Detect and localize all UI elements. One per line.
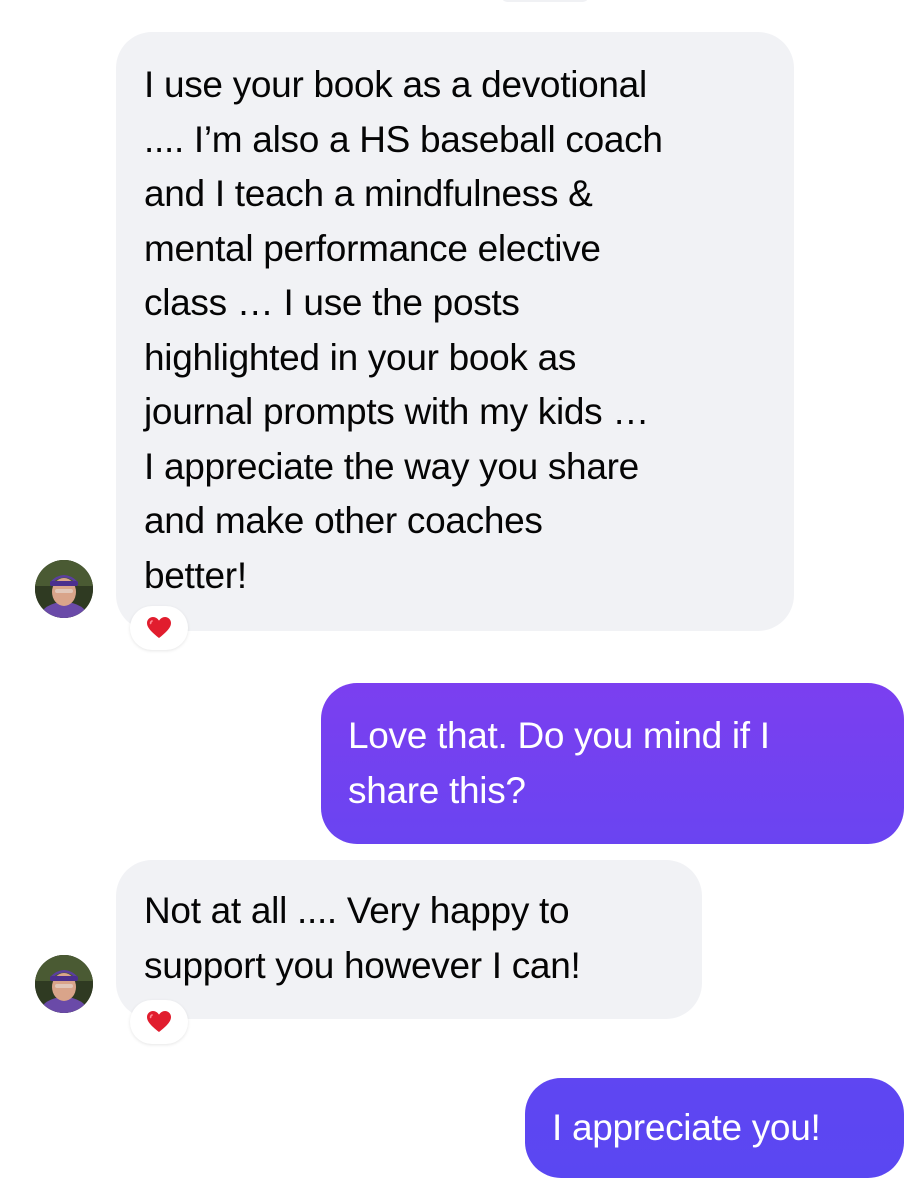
message-line: share this?: [348, 769, 526, 811]
message-line: and I teach a mindfulness &: [144, 173, 593, 214]
message-line: support you however I can!: [144, 944, 581, 986]
message-line: and make other coaches: [144, 500, 543, 541]
message-line: I appreciate you!: [552, 1107, 821, 1148]
message-line: Not at all .... Very happy to: [144, 890, 570, 931]
message-line: Love that. Do you mind if I: [348, 715, 770, 756]
message-line: .... I’m also a HS baseball coach: [144, 118, 663, 160]
message-line: I use your book as a devotional: [144, 64, 647, 105]
red-heart-icon: [147, 617, 171, 638]
message-line: better!: [144, 554, 247, 596]
message-reaction[interactable]: [130, 1000, 188, 1044]
previous-item-edge: [500, 0, 590, 2]
message-line: I appreciate the way you share: [144, 445, 639, 487]
person-avatar-icon: [35, 560, 93, 618]
outgoing-message-bubble[interactable]: Love that. Do you mind if I share this?: [321, 683, 904, 844]
sender-avatar[interactable]: [35, 560, 93, 618]
outgoing-message-bubble[interactable]: I appreciate you!: [525, 1078, 904, 1178]
message-line: highlighted in your book as: [144, 336, 577, 378]
message-line: journal prompts with my kids …: [144, 391, 650, 432]
red-heart-icon: [147, 1011, 171, 1032]
message-line: class … I use the posts: [144, 282, 520, 323]
message-line: mental performance elective: [144, 227, 601, 269]
message-reaction[interactable]: [130, 606, 188, 650]
sender-avatar[interactable]: [35, 955, 93, 1013]
person-avatar-icon: [35, 955, 93, 1013]
incoming-message-bubble[interactable]: I use your book as a devotional .... I’m…: [116, 32, 794, 631]
incoming-message-bubble[interactable]: Not at all .... Very happy to support yo…: [116, 860, 702, 1019]
